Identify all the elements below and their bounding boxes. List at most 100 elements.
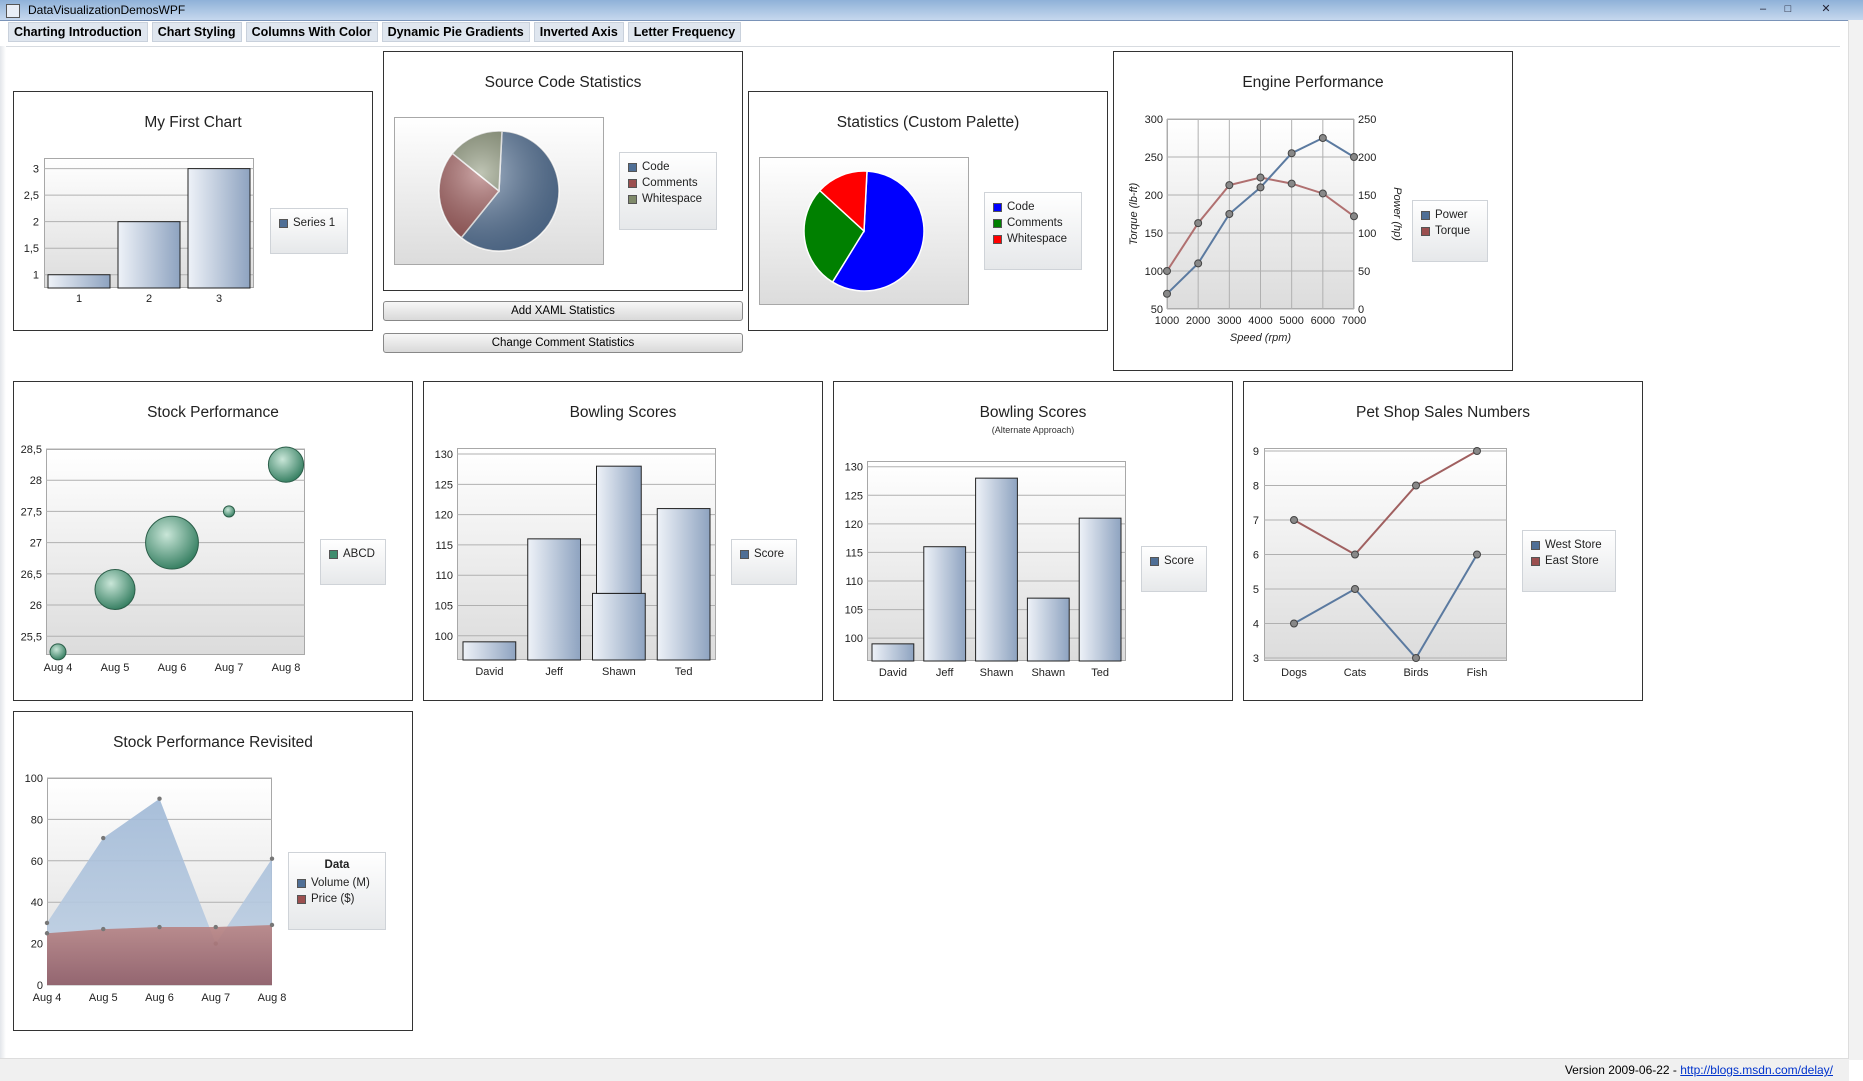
y-tick-label: 60	[31, 856, 43, 868]
status-bar: Version 2009-06-22 - http://blogs.msdn.c…	[0, 1058, 1849, 1081]
y-tick-label: 115	[435, 540, 453, 552]
x-tick-label: Birds	[1403, 667, 1429, 679]
bubble	[49, 643, 67, 661]
y-tick-label: 2,5	[24, 190, 39, 202]
torque-point	[1194, 219, 1203, 228]
price-area-point	[157, 924, 162, 930]
y-tick-label: 150	[1145, 228, 1163, 240]
torque-point	[1318, 189, 1327, 198]
x-tick-label: David	[879, 667, 907, 679]
x-tick-label: Jeff	[936, 667, 954, 679]
bar	[187, 168, 251, 289]
y-tick-label: 9	[1253, 446, 1259, 458]
y-tick-label: 26	[30, 600, 42, 612]
bar	[47, 274, 111, 289]
price-area-point	[269, 922, 275, 928]
series-point	[1290, 619, 1298, 628]
bar	[656, 508, 711, 661]
y-tick-label: 120	[845, 519, 863, 531]
price-area-point	[44, 931, 50, 936]
torque-point	[1163, 267, 1171, 275]
y-tick-label: 110	[435, 570, 453, 582]
bar	[1026, 597, 1070, 662]
x-tick-label: 2000	[1186, 315, 1210, 327]
y-tick-label: 115	[845, 547, 863, 559]
volume-area-point	[157, 796, 162, 801]
x-tick-label: 2	[146, 293, 152, 305]
y-tick-label: 105	[435, 600, 453, 612]
series-point	[1351, 585, 1359, 593]
x-tick-label: 3000	[1217, 315, 1241, 327]
y2-tick-label: 100	[1358, 228, 1376, 240]
x-tick-label: 6000	[1311, 315, 1335, 327]
x-tick-label: Jeff	[545, 666, 563, 678]
bar	[462, 641, 517, 661]
x-tick-label: Fish	[1467, 667, 1488, 679]
price-area-point	[213, 924, 218, 930]
series-point	[1290, 516, 1298, 524]
x-tick-label: Ted	[675, 666, 693, 678]
bubble	[222, 505, 236, 518]
power-point	[1163, 289, 1171, 298]
x-tick-label: 7000	[1342, 315, 1366, 327]
pie-shading	[439, 131, 559, 251]
y2-tick-label: 50	[1358, 266, 1370, 278]
chart-marks-layer: 11,522,531 2 35010015020025030005010015020…	[21, 114, 1507, 1004]
y-axis-label: Torque (lb-ft)	[1128, 182, 1140, 245]
y2-tick-label: 150	[1358, 190, 1376, 202]
x-tick-label: Shawn	[980, 667, 1014, 679]
series-line	[1293, 553, 1478, 660]
y-tick-label: 26,5	[21, 569, 42, 581]
x-axis-label: Speed (rpm)	[1230, 332, 1291, 344]
y-tick-label: 105	[845, 605, 863, 617]
y-tick-label: 300	[1145, 114, 1163, 126]
y-tick-label: 7	[1253, 515, 1259, 527]
y-tick-label: 100	[435, 631, 453, 643]
power-point	[1287, 149, 1296, 158]
bubble	[94, 568, 136, 610]
x-tick-label: Aug 7	[215, 662, 244, 674]
y2-tick-label: 250	[1358, 114, 1376, 126]
y2-axis-label: Power (hp)	[1391, 187, 1403, 241]
y-tick-label: 250	[1145, 152, 1163, 164]
y-tick-label: 2	[33, 217, 39, 229]
y2-tick-label: 200	[1358, 152, 1376, 164]
power-point	[1318, 134, 1327, 142]
bubble	[267, 446, 305, 483]
volume-area-point	[101, 835, 106, 841]
y-tick-label: 130	[845, 462, 863, 474]
y-tick-label: 6	[1253, 550, 1259, 562]
x-tick-label: 4000	[1248, 315, 1272, 327]
series-point	[1412, 481, 1420, 490]
x-tick-label: 1	[76, 293, 82, 305]
bar	[975, 477, 1018, 662]
bar	[1078, 517, 1122, 662]
y-tick-label: 28,5	[21, 444, 42, 456]
y-tick-label: 4	[1253, 619, 1259, 631]
y-tick-label: 27,5	[21, 506, 42, 518]
power-point	[1256, 183, 1265, 192]
x-tick-label: Ted	[1091, 667, 1109, 679]
volume-area-point	[269, 856, 275, 861]
torque-point	[1225, 181, 1234, 190]
y-tick-label: 100	[1145, 266, 1163, 278]
y-tick-label: 100	[845, 633, 863, 645]
x-tick-label: 3	[216, 293, 222, 305]
torque-point	[1256, 173, 1265, 182]
version-label: Version 2009-06-22 -	[1564, 1063, 1681, 1077]
y-tick-label: 8	[1253, 481, 1259, 493]
power-point	[1194, 259, 1203, 268]
power-point	[1350, 153, 1358, 161]
y-tick-label: 3	[33, 164, 39, 176]
y-tick-label: 100	[25, 773, 43, 785]
series-point	[1412, 654, 1420, 662]
x-tick-label: Aug 7	[201, 992, 230, 1004]
blog-link[interactable]: http://blogs.msdn.com/delay/	[1680, 1063, 1833, 1077]
y-tick-label: 110	[845, 576, 863, 588]
series-line	[1293, 450, 1478, 556]
x-tick-label: 1000	[1155, 315, 1179, 327]
y-tick-label: 1,5	[24, 243, 39, 255]
y-tick-label: 40	[31, 897, 43, 909]
y-tick-label: 1	[33, 270, 39, 282]
y-tick-label: 120	[435, 510, 453, 522]
